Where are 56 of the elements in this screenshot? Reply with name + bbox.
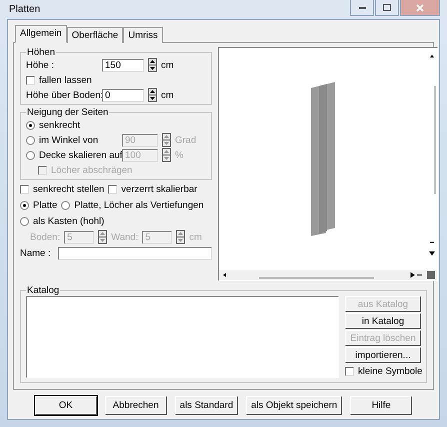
maximize-icon [383, 4, 391, 11]
checkbox[interactable] [20, 184, 29, 194]
radio-button[interactable] [26, 136, 35, 144]
unit-label: Grad [175, 134, 196, 146]
unit-label: % [175, 150, 184, 160]
dialog-button[interactable]: Hilfe [350, 396, 412, 415]
number-field[interactable]: 0 [102, 88, 144, 102]
minimize-icon [358, 6, 366, 9]
radio-button[interactable] [20, 200, 29, 210]
checkbox[interactable] [26, 76, 35, 84]
checkbox-label: fallen lassen [39, 74, 92, 86]
radio-label: senkrecht [39, 120, 80, 130]
radio-button[interactable] [61, 200, 70, 210]
checkbox[interactable] [345, 367, 354, 376]
close-button[interactable] [400, 0, 440, 16]
maximize-button[interactable] [375, 0, 399, 16]
unit-label: cm [161, 60, 174, 70]
checkbox[interactable] [108, 184, 118, 194]
field-label: Boden: [30, 232, 60, 242]
unit-label: cm [189, 232, 202, 242]
dialog-button[interactable]: als Standard [174, 396, 238, 415]
dialog-button[interactable]: als Objekt speichern [246, 396, 342, 415]
dialog-button[interactable]: OK [34, 396, 97, 415]
dialog-button[interactable]: Abbrechen [104, 396, 167, 415]
radio-label: Platte, Löcher als Vertiefungen [74, 200, 204, 210]
close-icon [416, 4, 424, 12]
checkbox-label: Löcher abschrägen [51, 164, 132, 176]
unit-label: cm [161, 90, 174, 100]
group-title: Katalog [26, 285, 60, 296]
tab[interactable]: Allgemein [15, 25, 67, 43]
checkbox-label: senkrecht stellen [33, 184, 104, 194]
radio-label: im Winkel von [39, 134, 98, 146]
radio-button[interactable] [26, 150, 35, 160]
window-title: Platten [8, 4, 40, 15]
name-field[interactable] [58, 246, 212, 260]
catalog-button[interactable]: importieren... [345, 347, 421, 363]
minimize-button[interactable] [350, 0, 374, 16]
radio-button[interactable] [26, 120, 35, 130]
tab[interactable]: Umriss [123, 27, 163, 43]
group-title: Höhen [26, 47, 56, 58]
radio-button[interactable] [20, 216, 29, 226]
radio-label: als Kasten (hohl) [33, 216, 104, 226]
horizontal-scrollbar-icon[interactable] [219, 270, 437, 280]
field-label: Name : [20, 248, 52, 258]
checkbox-label: verzerrt skalierbar [121, 184, 198, 194]
radio-label: Decke skalieren auf [39, 150, 122, 160]
radio-label: Platte [33, 200, 58, 210]
catalog-button[interactable]: in Katalog [345, 313, 421, 329]
tab[interactable]: Oberfläche [66, 27, 124, 43]
field-label: Wand: [111, 232, 138, 242]
group-title: Neigung der Seiten [26, 107, 110, 118]
spinner-icon[interactable] [148, 58, 157, 72]
field-label: Höhe : [26, 60, 55, 70]
checkbox-label: kleine Symbole [358, 366, 422, 377]
spinner-icon[interactable] [148, 88, 157, 102]
number-field[interactable]: 150 [102, 58, 144, 72]
